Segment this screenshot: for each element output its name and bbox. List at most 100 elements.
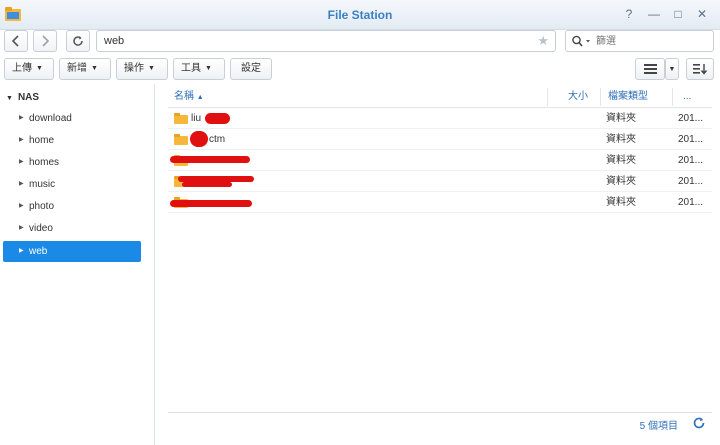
- sidebar-item-homes[interactable]: ▶ homes: [3, 152, 141, 173]
- window-title: File Station: [327, 8, 393, 22]
- table-row[interactable]: 資料夾 201...: [168, 171, 712, 192]
- sidebar-item-label: homes: [29, 157, 60, 168]
- create-label: 新增: [67, 63, 87, 74]
- file-date: 201...: [678, 113, 704, 124]
- table-row[interactable]: 資料夾 201...: [168, 192, 712, 213]
- caret-right-icon: ▶: [19, 248, 24, 254]
- table-row[interactable]: liu 資料夾 201...: [168, 108, 712, 129]
- sidebar-item-label: video: [29, 223, 53, 234]
- file-type: 資料夾: [606, 176, 636, 187]
- file-list: 名稱 ▲ 大小 檔案類型 ... liu 資料夾 201... ctm 資料夾 …: [168, 86, 712, 412]
- sort-ascending-icon: ▲: [196, 94, 204, 101]
- navigation-bar: web ★: [0, 30, 720, 54]
- column-separator: [672, 88, 673, 106]
- status-bar: 5 個項目: [168, 412, 712, 434]
- column-separator: [547, 88, 548, 106]
- minimize-button[interactable]: —: [647, 7, 661, 21]
- sort-button[interactable]: [686, 58, 714, 80]
- upload-button[interactable]: 上傳 ▼: [4, 58, 54, 80]
- action-label: 操作: [124, 63, 144, 74]
- sidebar-item-video[interactable]: ▶ video: [3, 218, 141, 239]
- caret-right-icon: ▶: [19, 159, 24, 165]
- settings-button[interactable]: 設定: [230, 58, 272, 80]
- file-type: 資料夾: [606, 155, 636, 166]
- refresh-button[interactable]: [66, 30, 90, 52]
- search-box[interactable]: [565, 30, 714, 52]
- list-view-icon: [644, 64, 657, 74]
- upload-label: 上傳: [12, 63, 32, 74]
- sidebar-item-label: home: [29, 135, 55, 146]
- file-date: 201...: [678, 134, 704, 145]
- sidebar-item-download[interactable]: ▶ download: [3, 108, 141, 129]
- file-type: 資料夾: [606, 134, 636, 145]
- redaction-mark: [182, 182, 232, 187]
- caret-down-icon: ▼: [148, 65, 155, 72]
- caret-down-icon: ▼: [91, 65, 98, 72]
- sidebar: ▼ NAS ▶ download ▶ home ▶ homes ▶ music ▶ phot…: [0, 84, 155, 445]
- tree-root-label: NAS: [17, 92, 40, 103]
- caret-right-icon: ▶: [19, 225, 24, 231]
- file-date: 201...: [678, 155, 704, 166]
- refresh-icon: [73, 36, 83, 46]
- list-view-button[interactable]: [635, 58, 665, 80]
- create-button[interactable]: 新增 ▼: [59, 58, 111, 80]
- sidebar-item-photo[interactable]: ▶ photo: [3, 196, 141, 217]
- column-header-type[interactable]: 檔案類型: [608, 86, 648, 108]
- sort-icon: [693, 64, 708, 75]
- close-button[interactable]: ✕: [695, 7, 709, 21]
- caret-down-icon: ▼: [36, 65, 43, 72]
- file-type: 資料夾: [606, 113, 636, 124]
- tools-button[interactable]: 工具 ▼: [173, 58, 225, 80]
- caret-down-icon: ▼: [205, 65, 212, 72]
- path-input[interactable]: web ★: [96, 30, 556, 52]
- forward-button[interactable]: [33, 30, 57, 52]
- column-header-more[interactable]: ...: [683, 86, 691, 108]
- folder-icon: [174, 134, 188, 145]
- column-separator: [600, 88, 601, 106]
- tools-label: 工具: [181, 63, 201, 74]
- sidebar-item-label: photo: [29, 201, 55, 212]
- sidebar-item-label: web: [29, 246, 48, 257]
- redaction-mark: [205, 113, 230, 124]
- sidebar-item-label: music: [29, 179, 56, 190]
- caret-right-icon: ▶: [19, 203, 24, 209]
- column-header-name[interactable]: 名稱 ▲: [174, 86, 204, 108]
- table-row[interactable]: 資料夾 201...: [168, 150, 712, 171]
- chevron-right-icon: [42, 35, 50, 47]
- caret-right-icon: ▶: [19, 115, 24, 121]
- sidebar-item-web[interactable]: ▶ web: [3, 241, 141, 262]
- toolbar: 上傳 ▼ 新增 ▼ 操作 ▼ 工具 ▼ 設定 ▼: [0, 56, 720, 82]
- file-date: 201...: [678, 197, 704, 208]
- path-text: web: [104, 35, 125, 47]
- title-bar: File Station ? — □ ✕: [0, 0, 720, 30]
- search-icon[interactable]: [571, 35, 593, 48]
- redaction-mark: [190, 131, 208, 147]
- item-count: 5 個項目: [639, 421, 678, 432]
- redaction-mark: [170, 156, 250, 163]
- file-name: ctm: [209, 134, 226, 145]
- file-type: 資料夾: [606, 197, 636, 208]
- view-options-button[interactable]: ▼: [665, 58, 679, 80]
- help-button[interactable]: ?: [622, 7, 636, 21]
- caret-down-icon: ▼: [668, 66, 676, 73]
- sidebar-item-home[interactable]: ▶ home: [3, 130, 141, 151]
- file-date: 201...: [678, 176, 704, 187]
- folder-icon: [174, 113, 188, 124]
- table-row[interactable]: ctm 資料夾 201...: [168, 129, 712, 150]
- tree-root-nas[interactable]: ▼ NAS: [6, 92, 39, 103]
- search-input[interactable]: [596, 34, 706, 49]
- star-icon[interactable]: ★: [537, 31, 549, 51]
- caret-right-icon: ▶: [19, 137, 24, 143]
- column-header-name-label: 名稱: [174, 91, 194, 102]
- settings-label: 設定: [241, 63, 261, 74]
- redaction-mark: [170, 200, 252, 207]
- file-name: liu: [191, 113, 202, 124]
- maximize-button[interactable]: □: [671, 7, 685, 21]
- back-button[interactable]: [4, 30, 28, 52]
- sidebar-item-music[interactable]: ▶ music: [3, 174, 141, 195]
- column-header-size[interactable]: 大小: [568, 86, 588, 108]
- sidebar-item-label: download: [29, 113, 72, 124]
- caret-down-icon: ▼: [6, 95, 13, 102]
- action-button[interactable]: 操作 ▼: [116, 58, 168, 80]
- refresh-icon[interactable]: [692, 416, 706, 430]
